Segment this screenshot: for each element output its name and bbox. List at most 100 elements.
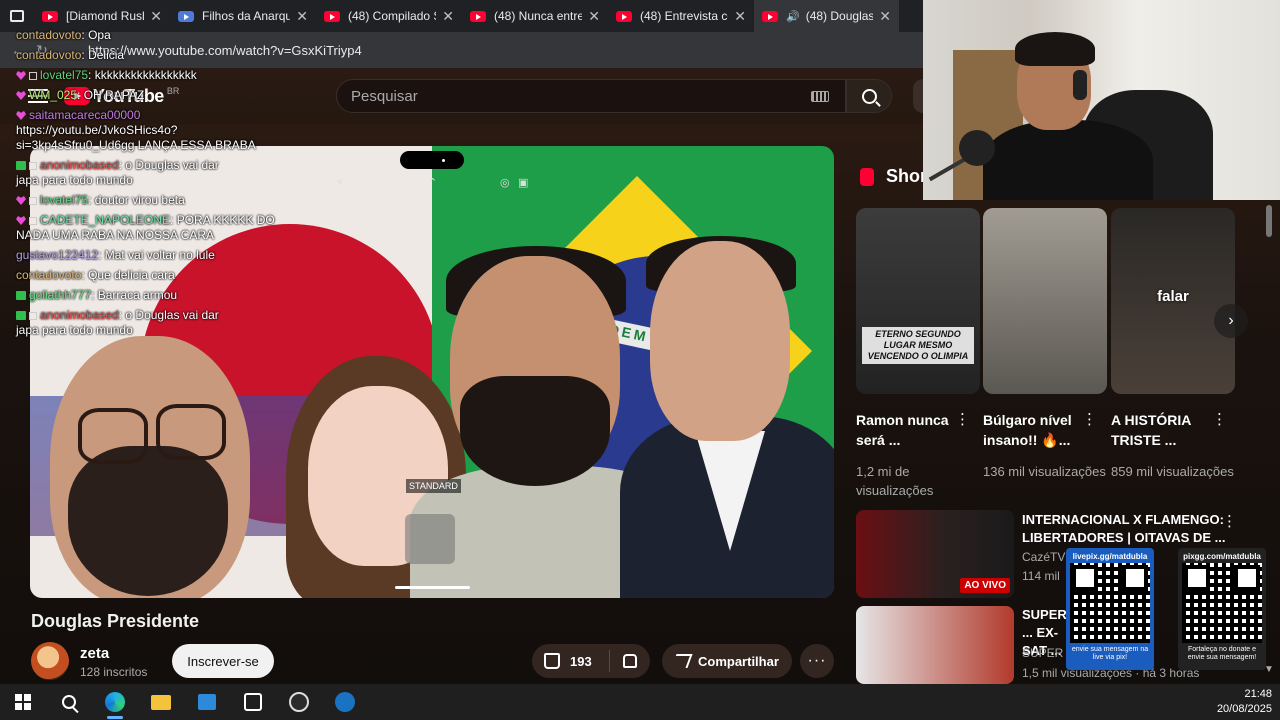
window-menu-icon[interactable]	[10, 10, 24, 22]
chat-username[interactable]: contadovoto	[16, 268, 81, 282]
heart-badge-icon	[16, 91, 26, 100]
chat-username[interactable]: lovatel75	[40, 68, 88, 82]
youtube-icon	[616, 10, 632, 22]
search-input[interactable]: Pesquisar	[336, 79, 846, 113]
channel-avatar[interactable]	[31, 642, 69, 680]
chat-username[interactable]: gustavo122412	[16, 248, 98, 262]
chat-username[interactable]: WM_025	[29, 88, 77, 102]
browser-tab-active[interactable]: 🔊 (48) Douglas ✕	[754, 0, 899, 32]
short-card[interactable]: ETERNO SEGUNDO LUGAR MESMO VENCENDO O OL…	[856, 208, 980, 500]
chat-text: si=3kp4sSfru0_Ud6gg LANÇA ESSA BRABA	[16, 138, 256, 152]
chat-message: anonimobased: o Douglas vai dar	[16, 158, 219, 173]
chat-separator: :	[98, 248, 105, 262]
chat-message: WM_025: OH RAPAZ	[16, 88, 144, 103]
kebab-menu-icon[interactable]: ⋮	[1212, 410, 1227, 428]
url-field[interactable]: https://www.youtube.com/watch?v=GsxKiTri…	[88, 43, 362, 58]
related-meta: 114 mil	[1022, 569, 1060, 583]
qr-panel: livepix.gg/matdubla envie sua mensagem n…	[1066, 548, 1154, 670]
short-title[interactable]: Ramon nunca será ...	[856, 410, 952, 450]
short-thumbnail[interactable]: falar	[1111, 208, 1235, 394]
close-tab-icon[interactable]: ✕	[290, 8, 308, 25]
start-button[interactable]	[0, 684, 46, 720]
close-tab-icon[interactable]: ✕	[144, 8, 162, 25]
taskbar-edge[interactable]	[92, 684, 138, 720]
short-card[interactable]: Búlgaro nível insano!! 🔥... 136 mil visu…	[983, 208, 1107, 481]
browser-tab-strip: [Diamond Rush] F ✕ Filhos da Anarqui ✕ (…	[0, 0, 923, 32]
share-button[interactable]: Compartilhar	[662, 644, 792, 678]
chevron-right-icon[interactable]: ›	[1214, 304, 1248, 338]
browser-tab[interactable]: (48) Nunca entre ✕	[462, 0, 608, 32]
browser-tab[interactable]: (48) Compilado Sc ✕	[316, 0, 462, 32]
like-button[interactable]: 193	[532, 644, 609, 678]
taskbar-explorer[interactable]	[138, 684, 184, 720]
chat-username[interactable]: CADETE_NAPOLEONE	[40, 213, 170, 227]
chat-text: Barraca armou	[97, 288, 178, 302]
frame-icon: ▣	[518, 177, 529, 189]
short-thumbnail[interactable]: ETERNO SEGUNDO LUGAR MESMO VENCENDO O OL…	[856, 208, 980, 394]
browser-tab[interactable]: Filhos da Anarqui ✕	[170, 0, 316, 32]
search-button[interactable]	[846, 79, 892, 113]
chat-text: o Douglas vai dar	[125, 308, 219, 322]
kebab-menu-icon[interactable]: ⋮	[1082, 410, 1097, 428]
channel-name[interactable]: zeta	[80, 645, 109, 662]
tab-label: (48) Entrevista cor	[640, 9, 729, 23]
system-clock[interactable]: 21:48 20/08/2025	[1217, 687, 1272, 717]
chat-username[interactable]: anonimobased	[40, 308, 119, 322]
short-card[interactable]: falar A HISTÓRIA TRISTE ... 859 mil visu…	[1111, 208, 1235, 481]
tab-label: [Diamond Rush] F	[66, 9, 144, 23]
voice-search-button[interactable]	[913, 79, 923, 113]
chat-username[interactable]: contadovoto	[16, 28, 81, 42]
dislike-button[interactable]	[610, 644, 650, 678]
chat-username[interactable]: saitamacareca00000	[29, 108, 140, 122]
chat-text: japa para todo mundo	[16, 173, 133, 187]
kebab-menu-icon[interactable]: ⋮	[1222, 512, 1237, 530]
short-title[interactable]: Búlgaro nível insano!! 🔥...	[983, 410, 1079, 450]
chat-message: contadovoto: Delicia	[16, 48, 124, 63]
short-thumbnail[interactable]	[983, 208, 1107, 394]
chat-message: contadovoto: Opa	[16, 28, 111, 43]
share-label: Compartilhar	[698, 653, 779, 669]
chat-message: lovatel75: doutor virou beta	[16, 193, 185, 208]
close-tab-icon[interactable]: ✕	[873, 8, 891, 25]
chat-separator: :	[88, 193, 95, 207]
chat-message: NADA UMA RABA NA NOSSA CARA	[16, 228, 214, 243]
close-tab-icon[interactable]: ✕	[582, 8, 600, 25]
chat-username[interactable]: goliathh777	[29, 288, 91, 302]
taskbar-capcut[interactable]	[230, 684, 276, 720]
subscribe-button[interactable]: Inscrever-se	[172, 644, 274, 678]
chat-username[interactable]: lovatel75	[40, 193, 88, 207]
mute-badge-icon	[29, 197, 37, 205]
chat-username[interactable]: contadovoto	[16, 48, 81, 62]
browser-tab[interactable]: (48) Entrevista cor ✕	[608, 0, 754, 32]
keyboard-icon[interactable]	[811, 91, 829, 102]
tab-label: (48) Douglas	[805, 9, 874, 23]
close-tab-icon[interactable]: ✕	[728, 8, 746, 25]
progress-bar[interactable]	[395, 586, 470, 589]
taskbar-steam[interactable]	[322, 684, 368, 720]
chat-separator: :	[91, 288, 98, 302]
kebab-menu-icon[interactable]: ⋮	[955, 410, 970, 428]
youtube-icon	[42, 10, 58, 22]
chat-username[interactable]: anonimobased	[40, 158, 119, 172]
webcam-person-hair	[1015, 32, 1095, 66]
youtube-icon	[470, 10, 486, 22]
related-thumbnail[interactable]	[856, 606, 1014, 684]
chat-text: japa para todo mundo	[16, 323, 133, 337]
qr-caption: envie sua mensagem na live via pix!	[1071, 646, 1149, 661]
related-title[interactable]: INTERNACIONAL X FLAMENGO: LIBERTADORES |…	[1022, 511, 1232, 547]
taskbar-search[interactable]	[46, 684, 92, 720]
taskbar-app[interactable]	[184, 684, 230, 720]
related-thumbnail[interactable]: AO VIVO	[856, 510, 1014, 598]
qr-url: livepix.gg/matdubla	[1072, 552, 1148, 561]
close-tab-icon[interactable]: ✕	[436, 8, 454, 25]
player-control-icon[interactable]	[405, 514, 455, 564]
edge-icon	[105, 692, 125, 712]
more-actions-button[interactable]: ···	[800, 644, 834, 678]
taskbar-obs[interactable]	[276, 684, 322, 720]
youtube-icon	[762, 10, 778, 22]
short-title[interactable]: A HISTÓRIA TRISTE ...	[1111, 410, 1207, 450]
capcut-icon	[244, 693, 262, 711]
scrollbar[interactable]	[1266, 205, 1272, 237]
related-channel[interactable]: CazéTV	[1022, 550, 1065, 564]
speaker-icon[interactable]: 🔊	[786, 10, 800, 23]
